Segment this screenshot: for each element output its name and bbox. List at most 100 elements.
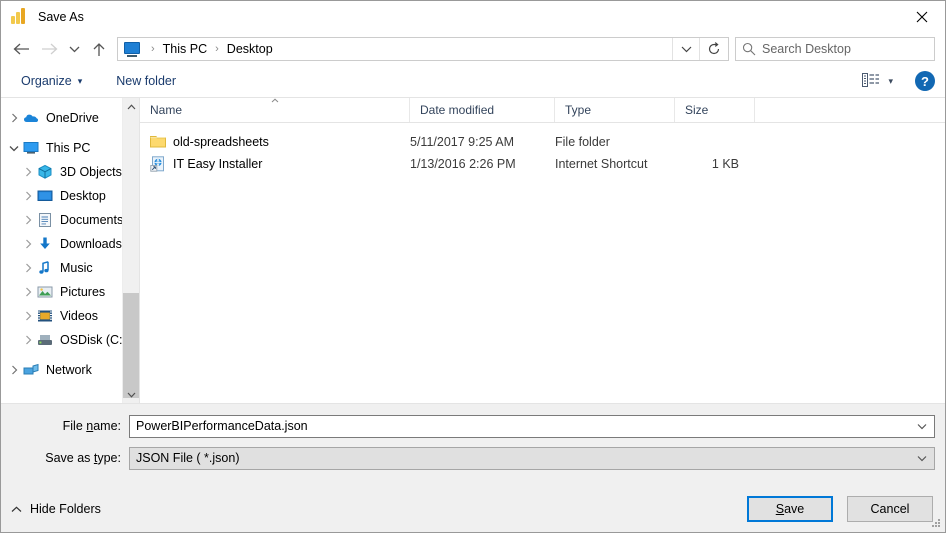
hide-folders-label: Hide Folders — [30, 502, 101, 516]
network-icon — [23, 362, 39, 378]
column-header-label: Date modified — [420, 103, 495, 117]
column-header-type[interactable]: Type — [555, 98, 675, 122]
search-box[interactable]: Search Desktop — [735, 37, 935, 61]
resize-grip[interactable] — [930, 517, 942, 529]
sidebar-item-label: Pictures — [60, 285, 106, 299]
save-as-type-select[interactable]: JSON File ( *.json) — [129, 446, 935, 470]
file-date-cell: 5/11/2017 9:25 AM — [410, 135, 515, 149]
save-as-type-label-pre: Save as — [45, 451, 94, 465]
powerbi-icon — [11, 8, 29, 26]
new-folder-label: New folder — [116, 74, 177, 88]
file-date-cell: 1/13/2016 2:26 PM — [410, 157, 516, 171]
sidebar-item-label: Documents — [60, 213, 124, 227]
scroll-down-arrow-icon[interactable] — [123, 386, 139, 403]
pictures-icon — [37, 284, 53, 300]
dialog-body: OneDrive This PC 3D Objects Desktop Docu… — [1, 98, 945, 404]
save-as-type-value: JSON File ( *.json) — [136, 451, 240, 465]
column-header-name[interactable]: Name — [140, 98, 410, 122]
chevron-right-icon[interactable] — [19, 304, 37, 328]
breadcrumb-item-desktop[interactable]: Desktop — [225, 41, 275, 57]
file-name-label: IT Easy Installer — [173, 157, 263, 171]
recent-locations-chevron-down-icon[interactable] — [63, 36, 85, 62]
sidebar-item-network[interactable]: Network — [1, 358, 139, 382]
save-as-dialog: Save As › This PC › Desktop Search Deskt… — [0, 0, 946, 533]
breadcrumb-item-this-pc[interactable]: This PC — [161, 41, 209, 57]
sidebar-item-label: Videos — [60, 309, 98, 323]
scroll-up-arrow-icon[interactable] — [123, 98, 139, 115]
file-type-cell: Internet Shortcut — [555, 157, 648, 171]
downloads-icon — [37, 236, 53, 252]
sidebar-item-music[interactable]: Music — [1, 256, 139, 280]
chevron-right-icon[interactable] — [19, 256, 37, 280]
save-as-type-label-post: ype: — [97, 451, 121, 465]
view-layout-button[interactable]: ▾ — [858, 71, 897, 92]
chevron-right-icon[interactable] — [19, 280, 37, 304]
sidebar-item-label: OneDrive — [46, 111, 99, 125]
save-label-post: ave — [784, 502, 805, 516]
file-name-cell: old-spreadsheets — [140, 134, 410, 150]
sidebar-item-videos[interactable]: Videos — [1, 304, 139, 328]
file-name-input[interactable]: PowerBIPerformanceData.json — [130, 419, 910, 433]
window-title: Save As — [38, 10, 84, 24]
save-form: File name: PowerBIPerformanceData.json S… — [1, 404, 945, 486]
address-chevron-down-icon[interactable] — [672, 38, 699, 60]
new-folder-button[interactable]: New folder — [110, 71, 182, 91]
close-button[interactable] — [899, 1, 945, 32]
file-name-label-pre: File — [62, 419, 87, 433]
file-name-label: old-spreadsheets — [173, 135, 269, 149]
sidebar-item-label: Downloads — [60, 237, 122, 251]
save-as-type-chevron-down-icon[interactable] — [910, 448, 934, 469]
file-size-cell: 1 KB — [711, 157, 739, 171]
file-name-chevron-down-icon[interactable] — [910, 416, 934, 437]
address-bar[interactable]: › This PC › Desktop — [117, 37, 729, 61]
chevron-right-icon[interactable] — [19, 208, 37, 232]
file-name-label: File name: — [1, 419, 129, 433]
sidebar-item-onedrive[interactable]: OneDrive — [1, 106, 139, 130]
column-headers: Name Date modified Type Size — [140, 98, 945, 123]
sidebar-item-osdisk[interactable]: OSDisk (C:) — [1, 328, 139, 352]
organize-button[interactable]: Organize ▾ — [15, 71, 88, 91]
chevron-down-icon[interactable] — [5, 136, 23, 160]
hide-folders-button[interactable]: Hide Folders — [11, 502, 101, 516]
help-button[interactable]: ? — [915, 71, 935, 91]
chevron-right-icon[interactable] — [19, 328, 37, 352]
sidebar-item-desktop[interactable]: Desktop — [1, 184, 139, 208]
sidebar-scrollbar[interactable] — [122, 98, 139, 403]
column-header-size[interactable]: Size — [675, 98, 755, 122]
sidebar-item-pictures[interactable]: Pictures — [1, 280, 139, 304]
chevron-right-icon[interactable] — [19, 232, 37, 256]
refresh-icon[interactable] — [699, 38, 728, 60]
chevron-right-icon[interactable] — [5, 358, 23, 382]
onedrive-cloud-icon — [23, 110, 39, 126]
save-button[interactable]: Save — [747, 496, 833, 522]
file-name-cell: IT Easy Installer — [140, 156, 410, 172]
scrollbar-thumb[interactable] — [123, 293, 139, 398]
sidebar-item-downloads[interactable]: Downloads — [1, 232, 139, 256]
table-row[interactable]: IT Easy Installer 1/13/2016 2:26 PM Inte… — [140, 153, 945, 175]
cancel-button[interactable]: Cancel — [847, 496, 933, 522]
view-layout-icon — [862, 72, 880, 90]
save-as-type-row: Save as type: JSON File ( *.json) — [1, 446, 945, 470]
breadcrumb[interactable]: › This PC › Desktop — [118, 41, 672, 57]
sidebar-item-3d-objects[interactable]: 3D Objects — [1, 160, 139, 184]
sidebar-item-label: This PC — [46, 141, 91, 155]
sidebar-item-label: 3D Objects — [60, 165, 122, 179]
file-name-field[interactable]: PowerBIPerformanceData.json — [129, 414, 935, 438]
sidebar-item-documents[interactable]: Documents — [1, 208, 139, 232]
chevron-down-icon: ▾ — [77, 75, 83, 86]
up-arrow-icon[interactable] — [85, 36, 113, 62]
chevron-right-icon[interactable] — [5, 106, 23, 130]
search-input[interactable]: Search Desktop — [762, 42, 851, 56]
documents-icon — [37, 212, 53, 228]
search-icon — [736, 42, 762, 56]
back-arrow-icon[interactable] — [7, 36, 35, 62]
sidebar-item-this-pc[interactable]: This PC — [1, 136, 139, 160]
column-header-label: Name — [150, 103, 183, 117]
column-header-date-modified[interactable]: Date modified — [410, 98, 555, 122]
chevron-right-icon[interactable] — [19, 160, 37, 184]
command-toolbar: Organize ▾ New folder ▾ ? — [1, 65, 945, 98]
chevron-right-icon[interactable] — [19, 184, 37, 208]
forward-arrow-icon — [35, 36, 63, 62]
dialog-footer: Hide Folders Save Cancel — [1, 486, 945, 532]
table-row[interactable]: old-spreadsheets 5/11/2017 9:25 AM File … — [140, 131, 945, 153]
